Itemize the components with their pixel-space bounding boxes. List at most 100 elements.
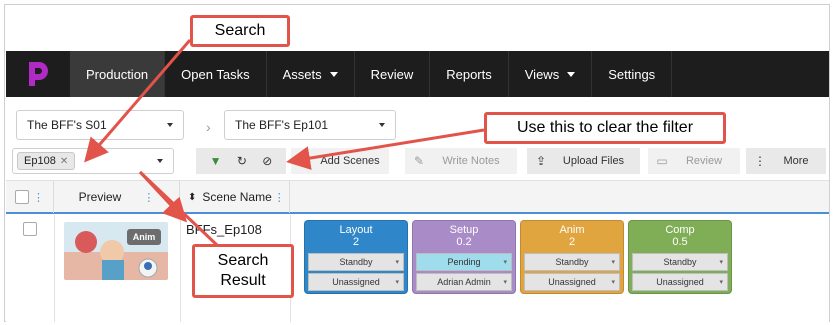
scene-name-header-label: Scene Name <box>202 190 272 204</box>
task-card-head: Comp 0.5 <box>629 221 731 251</box>
search-callout: Search <box>190 15 290 47</box>
chevron-down-icon <box>379 123 385 127</box>
add-scenes-label: Add Scenes <box>320 155 380 167</box>
column-menu-icon[interactable]: ⋮ <box>143 191 154 204</box>
task-count: 2 <box>568 236 576 248</box>
chevron-down-icon: ▾ <box>719 279 723 286</box>
task-status-dropdown[interactable]: Standby ▾ <box>632 253 728 271</box>
project-select[interactable]: The BFF's S01 <box>16 110 184 140</box>
upload-files-button[interactable]: ⇪ Upload Files <box>527 148 640 174</box>
task-assignee-dropdown[interactable]: Unassigned ▾ <box>524 273 620 291</box>
app-logo[interactable] <box>6 51 70 97</box>
review-label: Review <box>685 155 723 167</box>
filter-tools: ▼ ↻ ⊘ <box>196 148 286 174</box>
remove-tag-icon[interactable]: ✕ <box>60 156 68 167</box>
row-checkbox[interactable] <box>23 222 37 236</box>
task-count: 0.2 <box>456 236 472 248</box>
nav-reports[interactable]: Reports <box>430 51 509 97</box>
nav-views[interactable]: Views <box>509 51 593 97</box>
nav-review[interactable]: Review <box>355 51 431 97</box>
add-scenes-button[interactable]: + Add Scenes <box>291 148 389 174</box>
task-name: Layout <box>339 224 373 236</box>
refresh-icon[interactable]: ↻ <box>237 154 247 168</box>
sort-icon[interactable]: ⬍ <box>188 192 196 203</box>
search-result-callout: Search Result <box>192 244 294 298</box>
episode-select[interactable]: The BFF's Ep101 <box>224 110 396 140</box>
clear-filter-icon[interactable]: ⊘ <box>262 154 272 168</box>
nav-open-tasks[interactable]: Open Tasks <box>165 51 267 97</box>
pencil-icon: ✎ <box>413 154 425 168</box>
p-logo-icon <box>29 62 48 86</box>
task-assignee-value: Adrian Admin <box>437 277 491 287</box>
nav-settings-label: Settings <box>608 66 656 82</box>
task-status-dropdown[interactable]: Pending ▾ <box>416 253 512 271</box>
column-menu-icon[interactable]: ⋮ <box>33 191 44 204</box>
task-assignee-value: Unassigned <box>548 277 596 287</box>
chevron-down-icon: ▾ <box>395 279 399 286</box>
project-select-value: The BFF's S01 <box>27 118 107 132</box>
task-card-head: Layout 2 <box>305 221 407 251</box>
task-assignee-dropdown[interactable]: Unassigned ▾ <box>308 273 404 291</box>
episode-select-value: The BFF's Ep101 <box>235 118 328 132</box>
task-card-layout[interactable]: Layout 2 Standby ▾ Unassigned ▾ <box>304 220 408 294</box>
filter-icon[interactable]: ▼ <box>210 154 222 168</box>
nav-production[interactable]: Production <box>70 51 166 97</box>
task-card-comp[interactable]: Comp 0.5 Standby ▾ Unassigned ▾ <box>628 220 732 294</box>
write-notes-label: Write Notes <box>442 155 500 167</box>
select-all-cell: ⋮ <box>6 181 54 213</box>
top-navbar: Production Open Tasks Assets Review Repo… <box>6 51 829 97</box>
task-count: 0.5 <box>672 236 688 248</box>
task-name: Comp <box>665 224 695 236</box>
write-notes-button[interactable]: ✎ Write Notes <box>405 148 517 174</box>
nav-settings[interactable]: Settings <box>592 51 673 97</box>
task-status-dropdown[interactable]: Standby ▾ <box>524 253 620 271</box>
task-card-head: Anim 2 <box>521 221 623 251</box>
scene-name-cell[interactable]: BFFs_Ep108 <box>186 222 262 237</box>
task-card-anim[interactable]: Anim 2 Standby ▾ Unassigned ▾ <box>520 220 624 294</box>
nav-production-label: Production <box>86 66 149 82</box>
chevron-down-icon: ▾ <box>719 259 723 266</box>
filter-tag[interactable]: Ep108 ✕ <box>17 152 76 170</box>
nav-reports-label: Reports <box>446 66 492 82</box>
chevron-down-icon: ▾ <box>503 259 507 266</box>
nav-assets[interactable]: Assets <box>267 51 355 97</box>
task-assignee-value: Unassigned <box>332 277 380 287</box>
task-assignee-dropdown[interactable]: Unassigned ▾ <box>632 273 728 291</box>
chevron-down-icon <box>167 123 173 127</box>
scene-name-column-header[interactable]: ⬍ Scene Name ⋮ <box>180 181 290 213</box>
chevron-down-icon: ▾ <box>611 279 615 286</box>
clear-filter-callout: Use this to clear the filter <box>484 112 726 144</box>
chevron-down-icon: ▾ <box>395 259 399 266</box>
task-status-value: Pending <box>447 257 481 267</box>
task-status-value: Standby <box>555 257 589 267</box>
chevron-down-icon: ▾ <box>503 279 507 286</box>
more-label: More <box>783 155 809 167</box>
column-divider <box>180 215 181 322</box>
review-button[interactable]: ▭ Review <box>648 148 740 174</box>
film-icon: ▭ <box>656 154 668 168</box>
search-callout-text: Search <box>214 22 266 39</box>
nav-open-tasks-label: Open Tasks <box>181 66 250 82</box>
upload-icon: ⇪ <box>535 154 547 168</box>
table-header: ⋮ Preview ⋮ ⬍ Scene Name ⋮ <box>6 180 829 214</box>
task-status-dropdown[interactable]: Standby ▾ <box>308 253 404 271</box>
plus-icon: + <box>301 154 309 168</box>
select-all-checkbox[interactable] <box>15 190 29 204</box>
chevron-down-icon <box>157 159 163 163</box>
task-status-value: Standby <box>339 257 373 267</box>
task-card-setup[interactable]: Setup 0.2 Pending ▾ Adrian Admin ▾ <box>412 220 516 294</box>
search-result-line2: Result <box>220 272 266 289</box>
nav-assets-label: Assets <box>282 66 322 82</box>
preview-column-header[interactable]: Preview ⋮ <box>54 181 180 213</box>
column-menu-icon[interactable]: ⋮ <box>274 191 285 204</box>
column-divider <box>54 215 55 322</box>
task-status-value: Standby <box>663 257 697 267</box>
more-button[interactable]: ⋮ More <box>746 148 826 174</box>
task-count: 2 <box>352 236 360 248</box>
thumbnail-badge: Anim <box>127 229 161 245</box>
preview-header-label: Preview <box>78 190 122 204</box>
task-name: Setup <box>449 224 479 236</box>
task-assignee-dropdown[interactable]: Adrian Admin ▾ <box>416 273 512 291</box>
nav-review-label: Review <box>370 66 414 82</box>
upload-files-label: Upload Files <box>562 155 625 167</box>
